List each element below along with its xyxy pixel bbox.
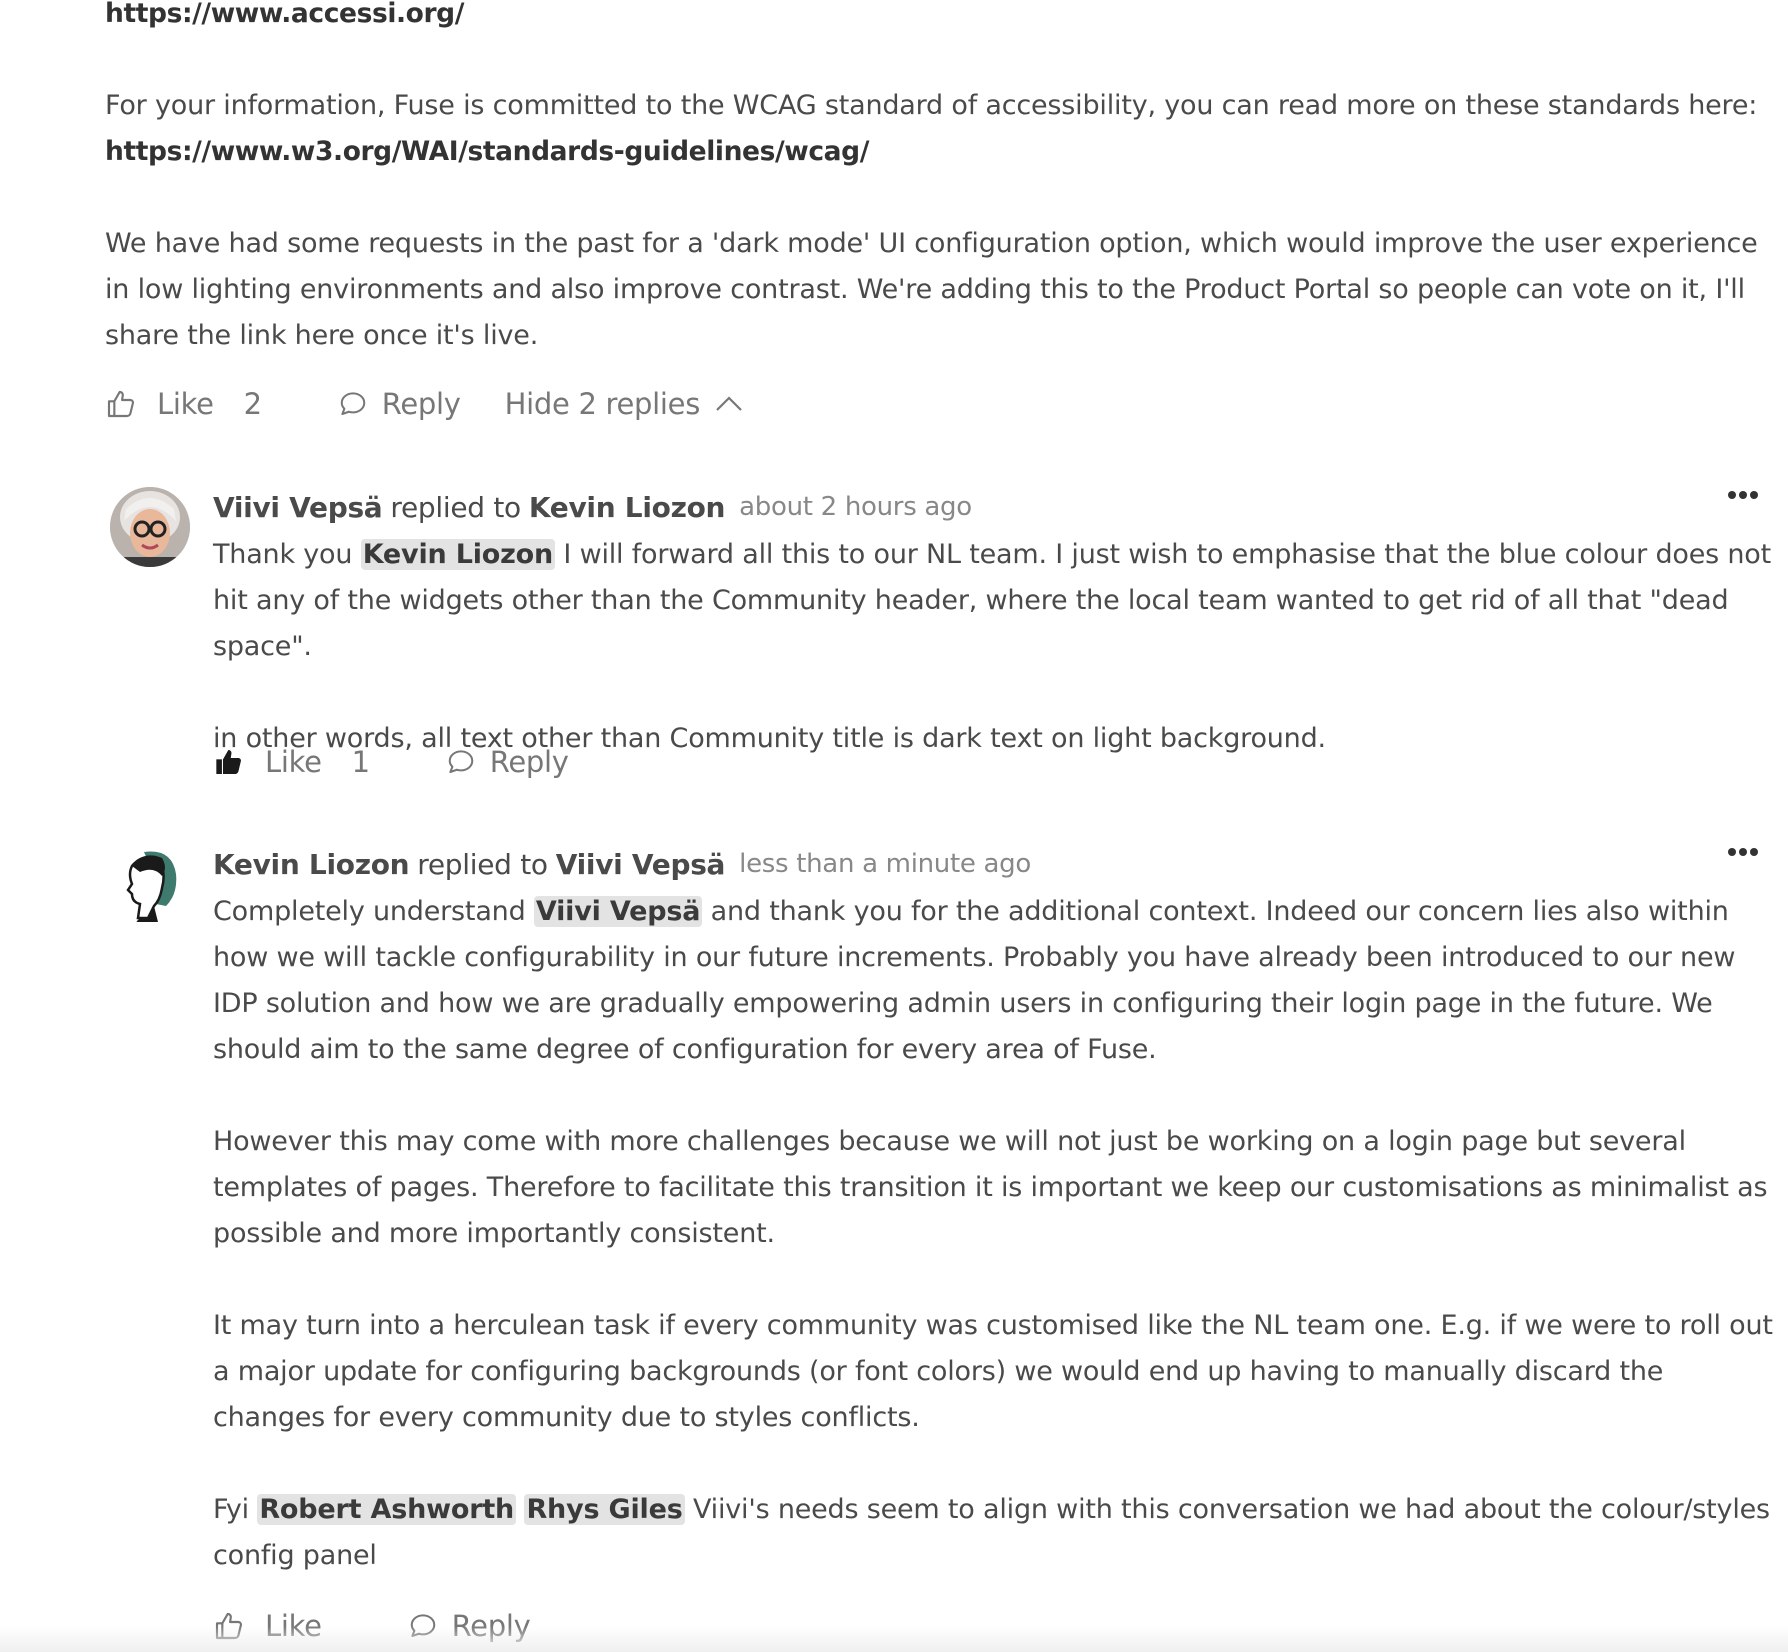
hide-replies-label: Hide 2 replies	[504, 387, 701, 421]
mention-kevin[interactable]: Kevin Liozon	[360, 539, 556, 570]
replied-to-text: replied to	[417, 847, 548, 881]
more-options-button[interactable]	[1728, 848, 1758, 856]
like-count: 2	[243, 387, 262, 421]
reply-author[interactable]: Kevin Liozon	[213, 848, 410, 881]
darkmode-paragraph: We have had some requests in the past fo…	[105, 228, 1758, 351]
thumbs-up-icon	[105, 388, 137, 420]
mention-rhys[interactable]: Rhys Giles	[524, 1494, 685, 1525]
reply-paragraph: Thank you Kevin Liozon I will forward al…	[213, 532, 1773, 670]
reply-text: Completely understand	[213, 896, 526, 927]
reply-button[interactable]: Reply	[446, 745, 569, 779]
thumbs-up-filled-icon	[213, 746, 245, 778]
post-actions: Like 2 Reply Hide 2 replies	[105, 381, 744, 427]
more-dots-icon	[1728, 491, 1736, 499]
reply-body-viivi: Thank you Kevin Liozon I will forward al…	[213, 532, 1773, 762]
wcag-link[interactable]: https://www.w3.org/WAI/standards-guideli…	[105, 136, 869, 167]
like-button[interactable]: Like 2	[105, 387, 262, 421]
wcag-paragraph: For your information, Fuse is committed …	[105, 83, 1765, 175]
wcag-paragraph-text: For your information, Fuse is committed …	[105, 90, 1758, 121]
reply-header-kevin: Kevin Liozon replied to Viivi Vepsä less…	[213, 842, 1788, 886]
reply-paragraph: It may turn into a herculean task if eve…	[213, 1310, 1773, 1433]
hide-replies-toggle[interactable]: Hide 2 replies	[505, 387, 744, 421]
avatar-kevin[interactable]	[110, 844, 190, 924]
reply-label: Reply	[381, 387, 461, 421]
avatar-viivi[interactable]	[110, 487, 190, 567]
reply-target[interactable]: Viivi Vepsä	[556, 848, 726, 881]
reply-text: Thank you	[213, 539, 353, 570]
bottom-scroll-shade	[0, 1626, 1788, 1652]
reply-timestamp: about 2 hours ago	[739, 492, 972, 522]
reply-target[interactable]: Kevin Liozon	[529, 491, 726, 524]
chevron-up-icon	[714, 394, 744, 414]
speech-bubble-icon	[446, 747, 476, 777]
reply-paragraph: Completely understand Viivi Vepsä and th…	[213, 889, 1773, 1073]
reply-header-viivi: Viivi Vepsä replied to Kevin Liozon abou…	[213, 485, 1788, 529]
replied-to-text: replied to	[390, 490, 521, 524]
accessi-link[interactable]: https://www.accessi.org/	[105, 0, 464, 29]
like-button[interactable]: Like 1	[213, 745, 370, 779]
reply-label: Reply	[489, 745, 569, 779]
more-options-button[interactable]	[1728, 491, 1758, 499]
more-dots-icon	[1728, 848, 1736, 856]
speech-bubble-icon	[338, 389, 368, 419]
reply-paragraph: However this may come with more challeng…	[213, 1126, 1768, 1249]
reply-button[interactable]: Reply	[338, 387, 461, 421]
mention-robert[interactable]: Robert Ashworth	[257, 1494, 517, 1525]
like-label: Like	[265, 745, 322, 779]
reply-text: Fyi	[213, 1494, 249, 1525]
reply-author[interactable]: Viivi Vepsä	[213, 491, 383, 524]
reply-actions-viivi: Like 1 Reply	[213, 739, 569, 785]
reply-timestamp: less than a minute ago	[739, 849, 1031, 879]
reply-body-kevin: Completely understand Viivi Vepsä and th…	[213, 889, 1773, 1579]
reply-paragraph: Fyi Robert Ashworth Rhys Giles Viivi's n…	[213, 1487, 1773, 1579]
like-label: Like	[157, 387, 214, 421]
like-count: 1	[351, 745, 370, 779]
mention-viivi[interactable]: Viivi Vepsä	[533, 896, 703, 927]
